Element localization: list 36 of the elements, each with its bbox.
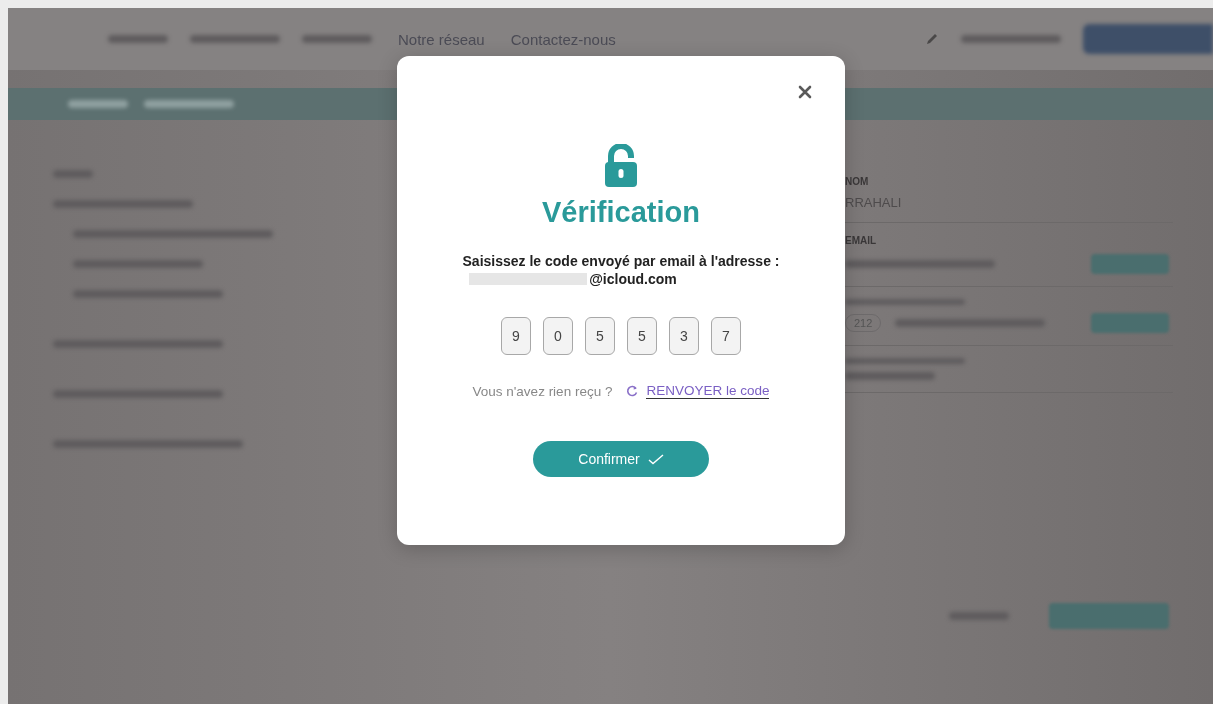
blurred-nav-item[interactable] bbox=[302, 35, 372, 43]
blurred-button[interactable] bbox=[949, 612, 1009, 620]
email-domain: @icloud.com bbox=[589, 271, 677, 287]
blurred-nav-item[interactable] bbox=[190, 35, 280, 43]
blurred-button[interactable] bbox=[1091, 254, 1169, 274]
blurred-button[interactable] bbox=[1049, 603, 1169, 629]
blurred-sidebar-item[interactable] bbox=[53, 390, 223, 398]
resend-link[interactable]: RENVOYER le code bbox=[646, 383, 770, 399]
blurred-nav-item[interactable] bbox=[108, 35, 168, 43]
blurred-sidebar-item[interactable] bbox=[53, 440, 243, 448]
dialog-title: Vérification bbox=[542, 196, 700, 229]
resend-prompt: Vous n'avez rien reçu ? bbox=[472, 383, 613, 399]
blurred-breadcrumb[interactable] bbox=[68, 100, 128, 108]
blurred-sidebar-item[interactable] bbox=[53, 340, 223, 348]
code-digit-field[interactable]: 5 bbox=[585, 317, 615, 355]
blurred-button[interactable] bbox=[1083, 24, 1213, 54]
code-digit-field[interactable]: 5 bbox=[627, 317, 657, 355]
instruction-text: Saisissez le code envoyé par email à l'adresse : bbox=[462, 253, 780, 269]
blurred-sidebar-item[interactable] bbox=[53, 200, 193, 208]
refresh-icon bbox=[626, 385, 639, 397]
field-label: EMAIL bbox=[845, 235, 878, 246]
blurred-button[interactable] bbox=[1091, 313, 1169, 333]
code-digit-field[interactable]: 3 bbox=[669, 317, 699, 355]
blurred-sidebar-item[interactable] bbox=[73, 290, 223, 298]
checkmark-icon bbox=[647, 453, 664, 465]
close-icon[interactable] bbox=[798, 85, 812, 99]
code-digit-field[interactable]: 0 bbox=[543, 317, 573, 355]
code-digit-field[interactable]: 9 bbox=[501, 317, 531, 355]
pencil-icon bbox=[925, 32, 939, 46]
blurred-sidebar-item[interactable] bbox=[73, 230, 273, 238]
code-digit-field[interactable]: 7 bbox=[711, 317, 741, 355]
blurred-sidebar-item[interactable] bbox=[73, 260, 203, 268]
blurred-breadcrumb[interactable] bbox=[144, 100, 234, 108]
unlocked-padlock-icon bbox=[604, 144, 638, 188]
field-label: NOM bbox=[845, 176, 870, 187]
blurred-account-link[interactable] bbox=[961, 35, 1061, 43]
